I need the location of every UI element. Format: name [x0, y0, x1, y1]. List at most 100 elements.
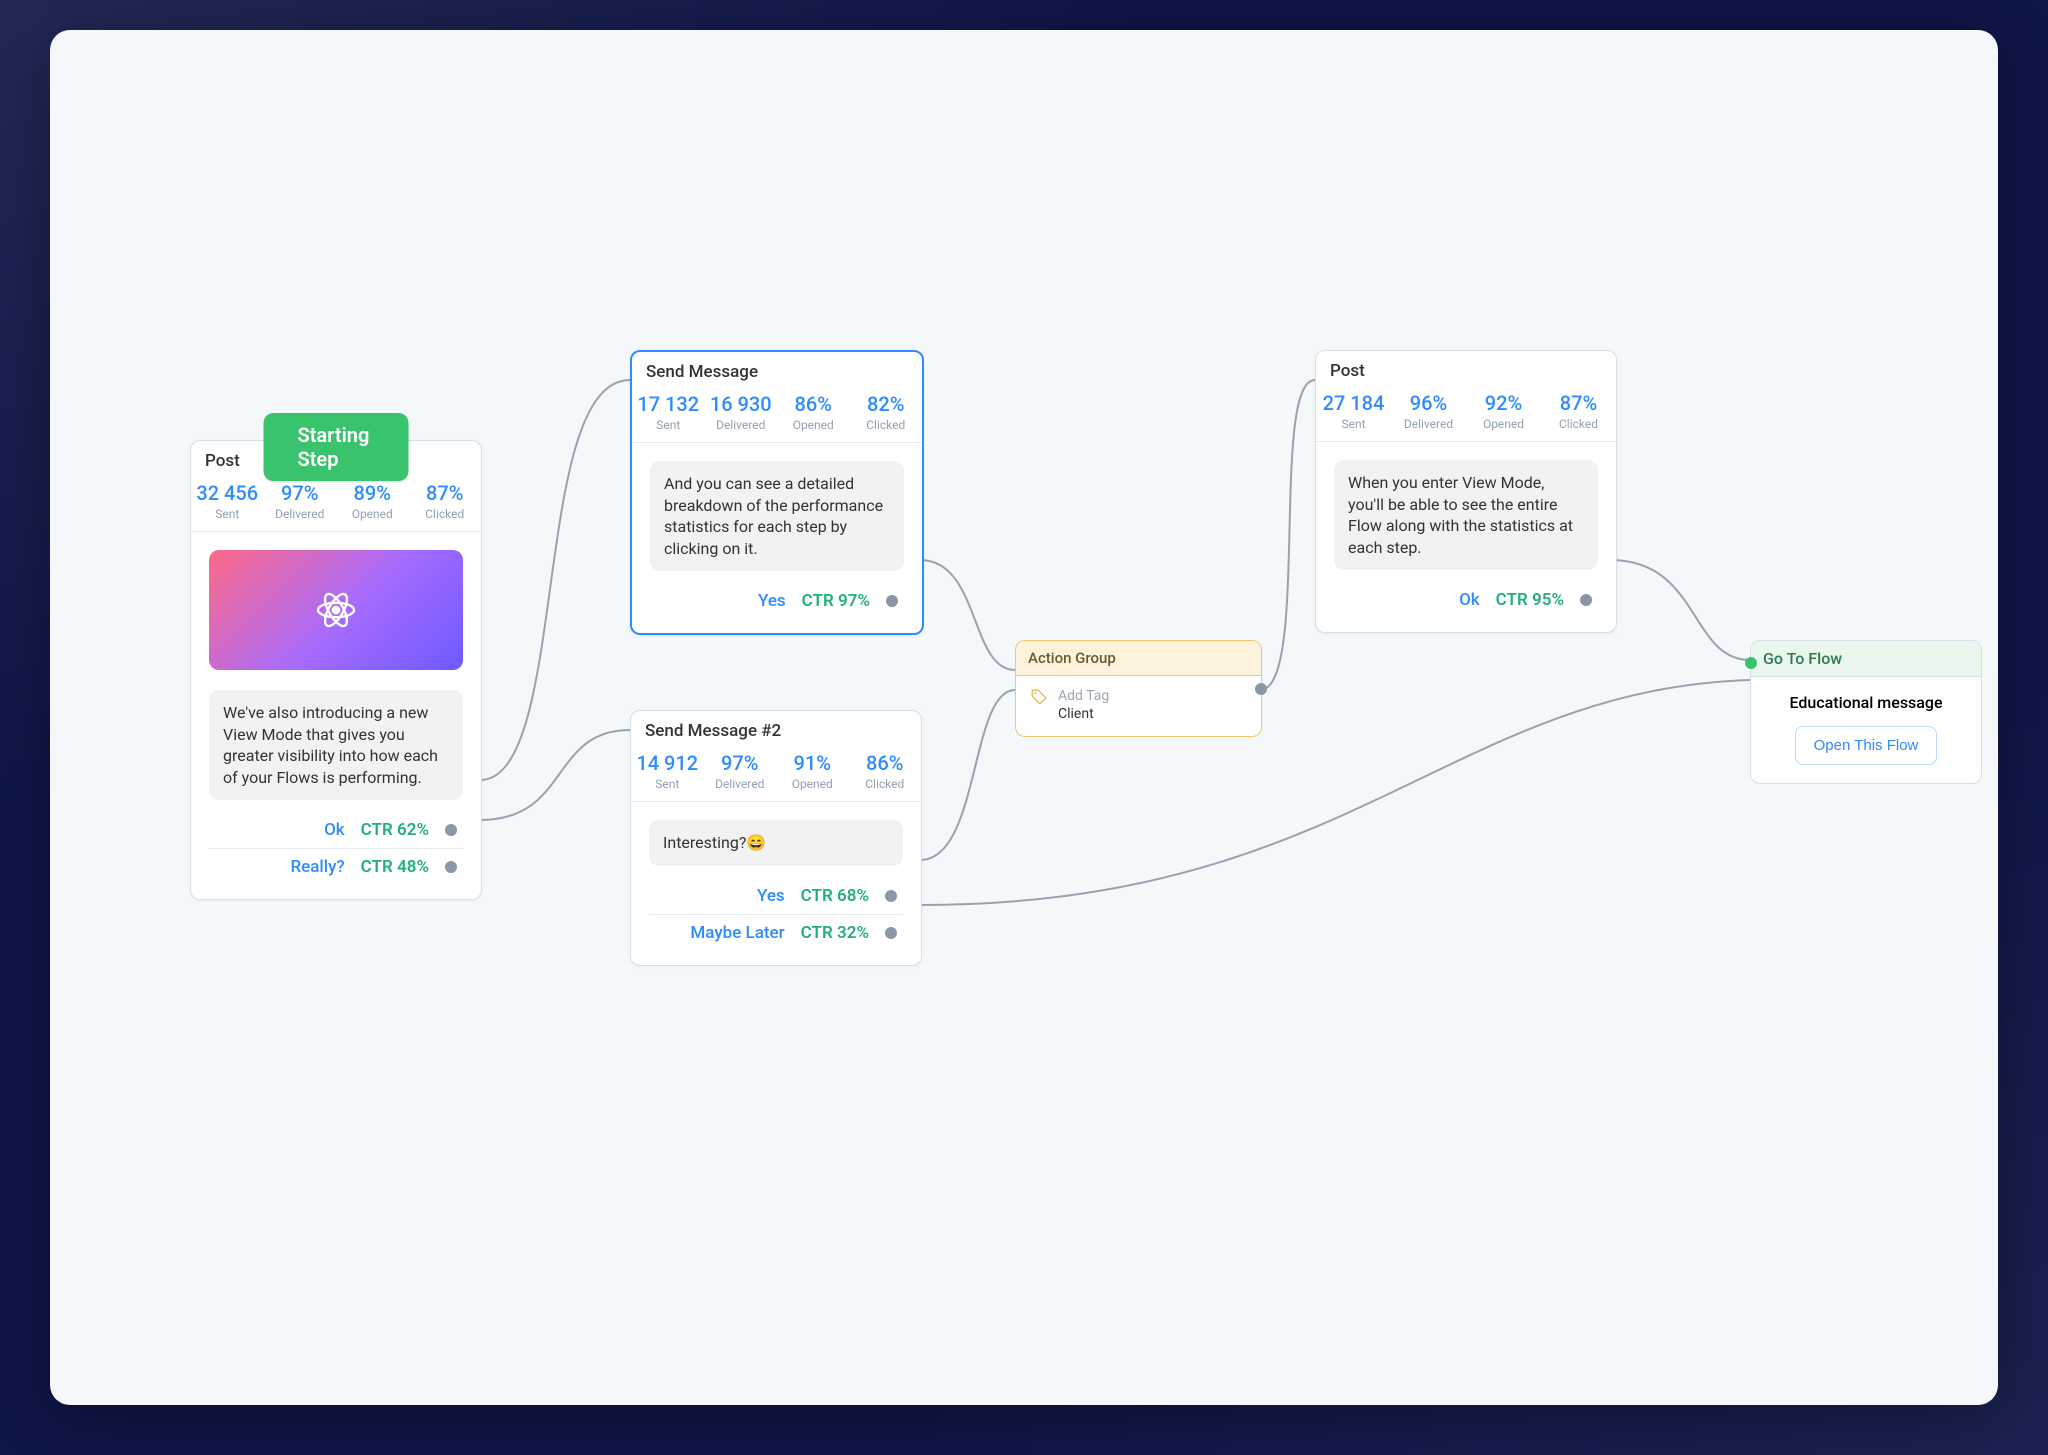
- stat: 86% Opened: [777, 392, 850, 432]
- stat-value: 17 132: [632, 392, 705, 416]
- stat-value: 27 184: [1316, 391, 1391, 415]
- node-message: We've also introducing a new View Mode t…: [209, 690, 463, 800]
- stat-label: Sent: [632, 418, 705, 432]
- output-port[interactable]: [445, 861, 457, 873]
- stat-label: Delivered: [1391, 417, 1466, 431]
- flow-canvas[interactable]: Starting Step Post 32 456Sent97%Delivere…: [50, 30, 1998, 1405]
- stat: 14 912 Sent: [631, 751, 704, 791]
- output-port[interactable]: [1580, 594, 1592, 606]
- stat-label: Delivered: [704, 777, 777, 791]
- node-post-2[interactable]: Post 27 184 Sent96% Delivered92% Opened87% C…: [1315, 350, 1617, 633]
- reply-option[interactable]: Ok CTR 62%: [209, 812, 463, 849]
- node-go-to-flow[interactable]: Go To Flow Educational message Open This…: [1750, 640, 1982, 784]
- atom-icon: [312, 586, 360, 634]
- stat-label: Clicked: [409, 507, 482, 521]
- stat: 87% Clicked: [1541, 391, 1616, 431]
- node-message: And you can see a detailed breakdown of …: [650, 461, 904, 571]
- node-send-message[interactable]: Send Message 17 132Sent16 930Delivered86…: [630, 350, 924, 635]
- stat: 27 184 Sent: [1316, 391, 1391, 431]
- output-port[interactable]: [885, 890, 897, 902]
- node-title: Send Message: [632, 352, 922, 388]
- stat-value: 87%: [1541, 391, 1616, 415]
- reply-ctr: CTR 62%: [361, 820, 429, 840]
- stat: 86% Clicked: [849, 751, 922, 791]
- stat-label: Clicked: [1541, 417, 1616, 431]
- goto-message: Educational message: [1769, 693, 1963, 712]
- action-line-1: Add Tag: [1058, 688, 1109, 704]
- stat-label: Delivered: [264, 507, 337, 521]
- reply-ctr: CTR 48%: [361, 857, 429, 877]
- stat-value: 86%: [849, 751, 922, 775]
- node-title: Action Group: [1016, 641, 1261, 676]
- node-title: Send Message #2: [631, 711, 921, 747]
- reply-list: Ok CTR 62% Really? CTR 48%: [209, 812, 463, 885]
- stat: 96% Delivered: [1391, 391, 1466, 431]
- tag-icon: [1030, 688, 1048, 706]
- node-stats: 17 132 Sent16 930 Delivered 86% Opened82% Cli…: [632, 388, 922, 443]
- stat: 17 132 Sent: [632, 392, 705, 432]
- stat-label: Opened: [1466, 417, 1541, 431]
- node-send-message-2[interactable]: Send Message #2 14 912 Sent97% Delivered91…: [630, 710, 922, 966]
- reply-list: Yes CTR 68% Maybe Later CTR 32%: [649, 878, 903, 951]
- stat: 32 456Sent: [191, 481, 264, 521]
- stat-value: 97%: [264, 481, 337, 505]
- stat: 92% Opened: [1466, 391, 1541, 431]
- reply-ctr: CTR 32%: [801, 923, 869, 943]
- stat-value: 32 456: [191, 481, 264, 505]
- stat-label: Sent: [1316, 417, 1391, 431]
- action-line-2: Client: [1058, 706, 1109, 722]
- stat-value: 82%: [850, 392, 923, 416]
- output-port[interactable]: [445, 824, 457, 836]
- input-port[interactable]: [1745, 657, 1757, 669]
- reply-list: YesCTR 97%: [650, 583, 904, 619]
- reply-label: Really?: [290, 857, 344, 877]
- reply-option[interactable]: OkCTR 95%: [1334, 582, 1598, 618]
- stat-label: Opened: [336, 507, 409, 521]
- hero-image: [209, 550, 463, 670]
- stat-value: 87%: [409, 481, 482, 505]
- node-action-group[interactable]: Action Group Add Tag Client: [1015, 640, 1262, 737]
- stat: 87% Clicked: [409, 481, 482, 521]
- stat: 97% Delivered: [704, 751, 777, 791]
- stat-value: 92%: [1466, 391, 1541, 415]
- reply-label: Maybe Later: [690, 923, 784, 943]
- node-message: When you enter View Mode, you'll be able…: [1334, 460, 1598, 570]
- node-post-start[interactable]: Starting Step Post 32 456Sent97%Delivere…: [190, 440, 482, 900]
- stat-value: 86%: [777, 392, 850, 416]
- reply-ctr: CTR 68%: [801, 886, 869, 906]
- stat-label: Opened: [777, 418, 850, 432]
- stat-value: 97%: [704, 751, 777, 775]
- node-stats: 27 184 Sent96% Delivered92% Opened87% Clicke…: [1316, 387, 1616, 442]
- stat-value: 89%: [336, 481, 409, 505]
- stat-label: Clicked: [849, 777, 922, 791]
- reply-option[interactable]: Really? CTR 48%: [209, 849, 463, 885]
- stat-value: 96%: [1391, 391, 1466, 415]
- stat: 82% Clicked: [850, 392, 923, 432]
- reply-option[interactable]: Yes CTR 68%: [649, 878, 903, 915]
- stat: 91%Opened: [776, 751, 849, 791]
- stat-label: Opened: [776, 777, 849, 791]
- node-title: Post: [1316, 351, 1616, 387]
- reply-label: Ok: [324, 820, 345, 840]
- output-port[interactable]: [886, 595, 898, 607]
- reply-option[interactable]: YesCTR 97%: [650, 583, 904, 619]
- open-flow-button[interactable]: Open This Flow: [1795, 726, 1938, 765]
- stat: 16 930 Delivered: [705, 392, 778, 432]
- reply-label: Yes: [757, 886, 785, 906]
- stat-label: Clicked: [850, 418, 923, 432]
- reply-ctr: CTR 97%: [802, 591, 870, 611]
- stat-value: 16 930: [705, 392, 778, 416]
- output-port[interactable]: [1255, 683, 1267, 695]
- output-port[interactable]: [885, 927, 897, 939]
- node-message: Interesting?😄: [649, 820, 903, 866]
- reply-option[interactable]: Maybe Later CTR 32%: [649, 915, 903, 951]
- reply-label: Ok: [1459, 590, 1480, 610]
- stat-label: Sent: [631, 777, 704, 791]
- stat-label: Delivered: [705, 418, 778, 432]
- starting-step-badge: Starting Step: [264, 413, 409, 481]
- stat: 89% Opened: [336, 481, 409, 521]
- stat: 97% Delivered: [264, 481, 337, 521]
- stat-value: 14 912: [631, 751, 704, 775]
- reply-list: OkCTR 95%: [1334, 582, 1598, 618]
- node-stats: 14 912 Sent97% Delivered91%Opened86% Clicke…: [631, 747, 921, 802]
